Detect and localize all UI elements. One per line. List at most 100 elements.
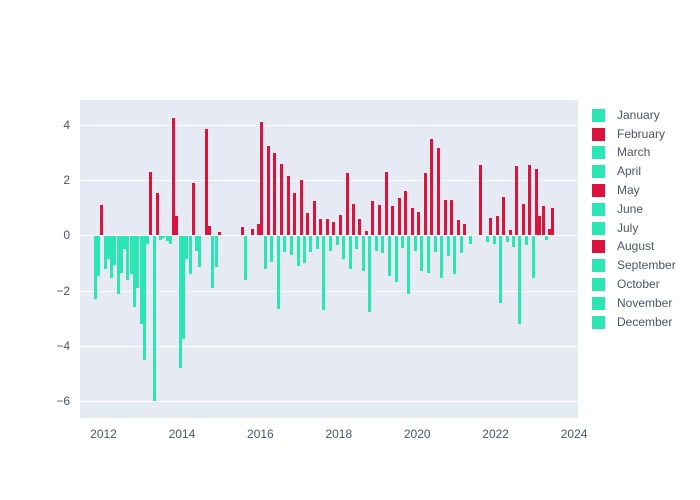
bar: [198, 235, 202, 268]
bar: [204, 129, 208, 236]
bar: [348, 235, 352, 269]
bar: [351, 203, 355, 236]
bar: [309, 235, 313, 253]
chart-figure: 4 2 0 −2 −4 −6 2012 2014 2016 2018 2020 2022 2024 J…: [0, 0, 700, 500]
bar: [521, 203, 525, 236]
bar: [427, 235, 431, 273]
legend-swatch-icon: [592, 184, 605, 198]
bar: [446, 235, 450, 257]
legend-label: March: [617, 145, 651, 160]
legend-label: July: [617, 220, 639, 235]
legend-item-december[interactable]: December: [592, 313, 676, 332]
bar: [188, 235, 192, 275]
y-tick-label: 0: [63, 228, 70, 243]
legend-item-february[interactable]: February: [592, 125, 676, 144]
legend-item-june[interactable]: June: [592, 200, 676, 219]
legend-item-april[interactable]: April: [592, 162, 676, 181]
bar: [280, 163, 284, 236]
y-tick-label: 4: [63, 117, 70, 132]
bar: [463, 224, 467, 236]
bar: [512, 235, 516, 247]
legend-item-november[interactable]: November: [592, 294, 676, 313]
bar: [492, 235, 496, 244]
legend-label: April: [617, 164, 642, 179]
legend-label: May: [617, 183, 640, 198]
bar: [459, 235, 463, 254]
bar: [316, 235, 320, 250]
y-tick-label: 2: [63, 173, 70, 188]
legend-swatch-icon: [592, 165, 605, 179]
legend-swatch-icon: [592, 127, 605, 141]
bar: [260, 122, 264, 236]
legend-item-october[interactable]: October: [592, 275, 676, 294]
legend-label: October: [617, 277, 660, 292]
bar: [528, 164, 532, 236]
gridline-y: [80, 125, 578, 126]
bar: [299, 180, 303, 236]
bar: [191, 182, 195, 236]
bar: [358, 218, 362, 236]
bar: [404, 191, 408, 236]
x-tick-label: 2014: [168, 427, 196, 441]
bar: [485, 235, 489, 243]
bar: [440, 235, 444, 279]
bar: [449, 199, 453, 236]
legend-swatch-icon: [592, 202, 605, 216]
bar: [296, 235, 300, 266]
legend-item-may[interactable]: May: [592, 181, 676, 200]
legend-label: June: [617, 201, 644, 216]
legend-swatch-icon: [592, 315, 605, 329]
bar: [312, 200, 316, 236]
legend-label: September: [617, 258, 676, 273]
bar: [355, 235, 359, 250]
bar: [243, 235, 247, 280]
bar: [414, 235, 418, 251]
bar: [384, 171, 388, 236]
bar: [502, 196, 506, 236]
legend: January February March April May June July Augu…: [592, 106, 676, 332]
bar: [436, 148, 440, 236]
bar: [495, 216, 499, 236]
bar: [391, 206, 395, 236]
y-tick-label: −6: [56, 394, 70, 409]
bar: [410, 207, 414, 236]
gridline-y: [80, 180, 578, 181]
legend-label: August: [617, 239, 655, 254]
bar: [551, 207, 555, 236]
bar: [214, 235, 218, 268]
zero-line: [80, 235, 578, 236]
bar: [145, 235, 149, 244]
bar: [97, 235, 101, 276]
bar: [155, 192, 159, 236]
legend-label: November: [617, 295, 673, 310]
bar: [338, 214, 342, 236]
bar: [332, 221, 336, 236]
legend-item-march[interactable]: March: [592, 144, 676, 163]
bar: [453, 235, 457, 275]
bar: [175, 216, 179, 236]
x-tick-label: 2024: [560, 427, 588, 441]
legend-item-january[interactable]: January: [592, 106, 676, 125]
legend-item-september[interactable]: September: [592, 256, 676, 275]
bar: [270, 235, 274, 262]
legend-item-august[interactable]: August: [592, 238, 676, 257]
bar: [430, 138, 434, 236]
bar: [525, 235, 529, 246]
bar: [456, 220, 460, 236]
bar: [263, 235, 267, 269]
legend-label: January: [617, 107, 660, 122]
bar: [142, 235, 146, 360]
legend-swatch-icon: [592, 296, 605, 310]
bar: [541, 206, 545, 236]
bar: [387, 235, 391, 276]
bar: [306, 213, 310, 236]
legend-item-july[interactable]: July: [592, 219, 676, 238]
bar: [276, 235, 280, 309]
bar: [322, 235, 326, 311]
legend-swatch-icon: [592, 146, 605, 160]
bar: [152, 235, 156, 402]
x-tick-label: 2018: [325, 427, 353, 441]
bar: [479, 164, 483, 236]
bar: [169, 235, 173, 244]
bar: [394, 235, 398, 283]
